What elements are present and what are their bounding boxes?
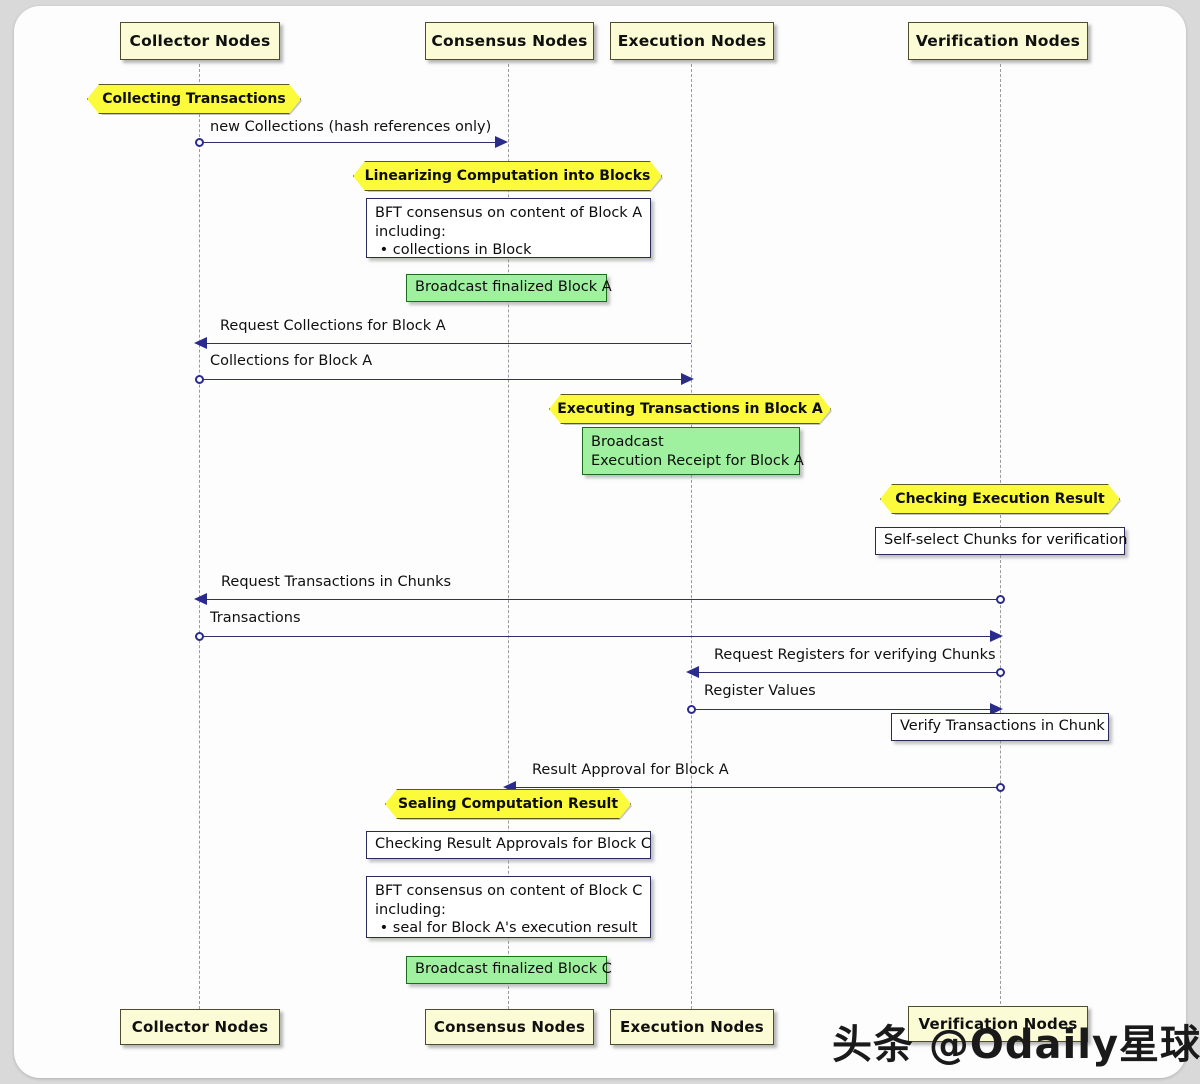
note-broadcast-execution-receipt: Broadcast Execution Receipt for Block A	[582, 427, 804, 475]
lifeline-collector	[199, 64, 200, 1014]
message-origin-dot-m6	[996, 668, 1005, 677]
participant-label: Collector Nodes	[131, 1018, 269, 1036]
divider-label: Linearizing Computation into Blocks	[364, 168, 651, 184]
message-origin-dot-m7	[687, 705, 696, 714]
note-checking-result-approvals: Checking Result Approvals for Block C	[366, 831, 651, 859]
divider-label: Sealing Computation Result	[397, 796, 619, 812]
participant-consensus-top[interactable]: Consensus Nodes	[425, 22, 594, 60]
message-origin-dot-m1	[195, 138, 204, 147]
message-label-result-approval: Result Approval for Block A	[532, 762, 729, 778]
arrowhead-right-m5	[990, 630, 1003, 642]
divider-sealing-computation-result: Sealing Computation Result	[385, 789, 631, 819]
participant-label: Verification Nodes	[915, 32, 1081, 50]
participant-verification-top[interactable]: Verification Nodes	[908, 22, 1088, 60]
divider-collecting-transactions: Collecting Transactions	[87, 84, 301, 114]
message-label-request-registers: Request Registers for verifying Chunks	[714, 647, 996, 663]
note-bft-consensus-block-a: BFT consensus on content of Block A incl…	[366, 198, 651, 258]
arrowhead-left-m4	[194, 593, 207, 605]
participant-collector-top[interactable]: Collector Nodes	[120, 22, 280, 60]
message-line-m2	[206, 343, 691, 344]
participant-label: Consensus Nodes	[431, 32, 588, 50]
participant-label: Execution Nodes	[617, 32, 767, 50]
message-origin-dot-m8	[996, 783, 1005, 792]
divider-linearizing-computation: Linearizing Computation into Blocks	[353, 161, 662, 191]
diagram-stage: Collector Nodes Consensus Nodes Executio…	[14, 6, 1186, 1078]
message-label-request-collections: Request Collections for Block A	[220, 318, 446, 334]
arrowhead-right-m1	[495, 136, 508, 148]
message-line-m6	[698, 672, 1000, 673]
diagram-card: Collector Nodes Consensus Nodes Executio…	[14, 6, 1186, 1078]
lifeline-execution	[691, 64, 692, 1014]
participant-execution-top[interactable]: Execution Nodes	[610, 22, 774, 60]
divider-label: Checking Execution Result	[895, 491, 1105, 507]
divider-checking-execution-result: Checking Execution Result	[880, 484, 1120, 514]
participant-label: Collector Nodes	[129, 32, 271, 50]
message-label-request-transactions: Request Transactions in Chunks	[221, 574, 452, 590]
divider-label: Executing Transactions in Block A	[557, 401, 823, 417]
participant-consensus-bottom[interactable]: Consensus Nodes	[425, 1009, 594, 1045]
note-bft-consensus-block-c: BFT consensus on content of Block C incl…	[366, 876, 651, 938]
arrowhead-left-m6	[686, 666, 699, 678]
watermark-text: 头条 @Odaily星球日报	[832, 1022, 1200, 1068]
arrowhead-right-m3	[681, 373, 694, 385]
message-label-transactions: Transactions	[210, 610, 301, 626]
note-self-select-chunks: Self-select Chunks for verification	[875, 527, 1127, 555]
participant-collector-bottom[interactable]: Collector Nodes	[120, 1009, 280, 1045]
message-line-m5	[199, 636, 995, 637]
message-origin-dot-m4	[996, 595, 1005, 604]
message-label-register-values: Register Values	[704, 683, 816, 699]
message-label-collections-for-block-a: Collections for Block A	[210, 353, 373, 369]
divider-executing-transactions: Executing Transactions in Block A	[549, 394, 831, 424]
message-line-m7	[691, 709, 995, 710]
participant-label: Execution Nodes	[620, 1018, 764, 1036]
message-label-new-collections: new Collections (hash references only)	[210, 119, 492, 135]
arrowhead-left-m2	[194, 337, 207, 349]
message-line-m1	[199, 142, 500, 143]
participant-execution-bottom[interactable]: Execution Nodes	[610, 1009, 774, 1045]
note-broadcast-finalized-block-c: Broadcast finalized Block C	[406, 956, 612, 984]
message-line-m4	[206, 599, 1000, 600]
message-line-m3	[199, 379, 686, 380]
note-verify-transactions-in-chunk: Verify Transactions in Chunk	[891, 713, 1109, 741]
note-broadcast-finalized-block-a: Broadcast finalized Block A	[406, 274, 612, 302]
divider-label: Collecting Transactions	[102, 91, 286, 107]
message-origin-dot-m5	[195, 632, 204, 641]
message-origin-dot-m3	[195, 375, 204, 384]
message-line-m8	[515, 787, 1000, 788]
participant-label: Consensus Nodes	[433, 1018, 586, 1036]
